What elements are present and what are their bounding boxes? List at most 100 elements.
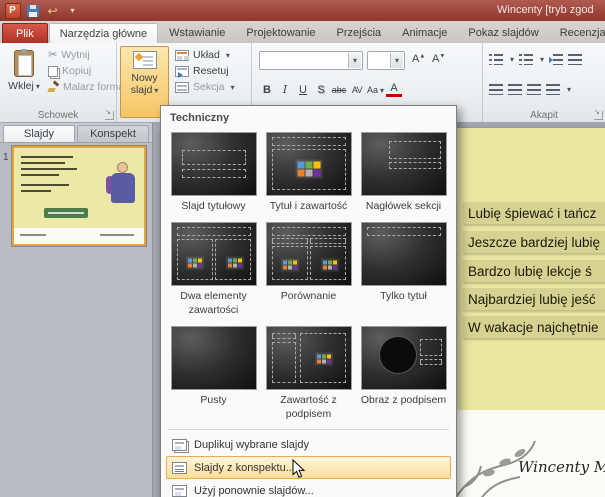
italic-button[interactable]: I: [277, 81, 293, 98]
layout-thumbnail: [266, 326, 352, 390]
layout-zawartosc-z-podpisem[interactable]: Zawartość z podpisem: [261, 321, 356, 425]
bullets-icon[interactable]: [489, 53, 503, 65]
layout-thumbnail: [171, 222, 257, 286]
clipboard-dialog-launcher-icon[interactable]: [105, 111, 114, 120]
quick-access-dropdown-icon[interactable]: ▾: [64, 3, 81, 19]
tab-narzedzia-glowne[interactable]: Narzędzia główne: [49, 23, 158, 43]
paragraph-group: Akapit: [483, 43, 605, 122]
layout-dwa-elementy-zawartosci[interactable]: Dwa elementy zawartości: [166, 217, 261, 321]
chevron-down-icon: [538, 53, 544, 65]
chevron-down-icon: [152, 84, 158, 96]
tab-plik[interactable]: Plik: [2, 23, 48, 43]
thumbnail-name-badge: [44, 208, 88, 218]
tab-przejscia[interactable]: Przejścia: [327, 23, 392, 43]
slide-1-thumbnail[interactable]: [12, 146, 146, 246]
slide-text-line[interactable]: W wakacje najchętnie: [463, 316, 605, 338]
duplicate-slides-icon: [172, 439, 187, 451]
layout-thumbnail: [361, 222, 447, 286]
clipboard-group: Wklej ✂ Wytnij Kopiuj Malarz formatów Sc…: [0, 43, 117, 122]
menu-separator: [168, 429, 449, 430]
text-shadow-button[interactable]: S: [313, 81, 329, 98]
layout-thumbnail: [266, 222, 352, 286]
undo-icon[interactable]: ↩: [44, 3, 61, 19]
layout-thumbnail: [266, 132, 352, 196]
chevron-down-icon: [378, 85, 384, 95]
tab-wstawianie[interactable]: Wstawianie: [159, 23, 235, 43]
chevron-down-icon: [229, 81, 235, 93]
powerpoint-logo-icon[interactable]: P: [4, 3, 21, 19]
bold-button[interactable]: B: [259, 81, 275, 98]
layout-pusty[interactable]: Pusty: [166, 321, 261, 425]
title-bar: P ↩ ▾ Wincenty [tryb zgod: [0, 0, 605, 21]
underline-button[interactable]: U: [295, 81, 311, 98]
line-spacing-icon[interactable]: [568, 53, 582, 65]
tab-pokaz-slajdow[interactable]: Pokaz slajdów: [458, 23, 548, 43]
layout-thumbnail: [361, 326, 447, 390]
align-center-icon[interactable]: [508, 83, 522, 95]
new-slide-layout-menu: Techniczny Slajd tytułowy Tytuł i zawart…: [160, 105, 457, 497]
chevron-down-icon: [34, 80, 40, 92]
save-icon[interactable]: [24, 3, 41, 19]
slide-text-line[interactable]: Lubię śpiewać i tańcz: [463, 202, 605, 224]
align-justify-icon[interactable]: [546, 83, 560, 95]
slides-from-outline-icon: [172, 462, 187, 474]
slide-text-line[interactable]: Najbardziej lubię jeść: [463, 288, 605, 310]
clipboard-group-label: Schowek: [0, 110, 116, 121]
new-slide-icon: [133, 51, 157, 69]
chevron-down-icon: [224, 49, 230, 61]
tab-projektowanie[interactable]: Projektowanie: [236, 23, 325, 43]
strikethrough-button[interactable]: abc: [331, 81, 347, 98]
slide-signature[interactable]: Wincenty Mi: [518, 458, 605, 476]
layout-obraz-z-podpisem[interactable]: Obraz z podpisem: [356, 321, 451, 425]
panel-tab-slajdy[interactable]: Slajdy: [3, 125, 75, 142]
copy-icon: [48, 66, 58, 77]
section-icon: [175, 82, 189, 93]
align-left-icon[interactable]: [489, 83, 503, 95]
grow-font-button[interactable]: A▲: [412, 53, 425, 65]
layout-thumbnail: [171, 132, 257, 196]
paste-icon: [14, 50, 34, 77]
font-color-button[interactable]: A: [386, 83, 402, 97]
slide-text-line[interactable]: Jeszcze bardziej lubię: [463, 231, 605, 253]
paste-button[interactable]: Wklej: [4, 46, 44, 118]
layout-porownanie[interactable]: Porównanie: [261, 217, 356, 321]
shrink-font-button[interactable]: A▼: [432, 53, 445, 65]
numbering-icon[interactable]: [519, 53, 533, 65]
chevron-down-icon: [565, 83, 571, 95]
align-right-icon[interactable]: [527, 83, 541, 95]
menu-item-duplicate-slides[interactable]: Duplikuj wybrane slajdy: [166, 433, 451, 456]
mouse-cursor: [292, 459, 305, 479]
paragraph-dialog-launcher-icon[interactable]: [594, 111, 603, 120]
increase-indent-icon[interactable]: [549, 53, 563, 65]
tab-recenzja[interactable]: Recenzja: [550, 23, 605, 43]
slide-number: 1: [3, 152, 9, 163]
window-title: Wincenty [tryb zgod: [497, 4, 594, 16]
layout-slajd-tytulowy[interactable]: Slajd tytułowy: [166, 127, 261, 217]
layout-thumbnail: [361, 132, 447, 196]
panel-tab-konspekt[interactable]: Konspekt: [77, 125, 149, 142]
layout-thumbnail: [171, 326, 257, 390]
character-spacing-button[interactable]: AV: [349, 81, 365, 98]
ribbon-tab-bar: Plik Narzędzia główne Wstawianie Projekt…: [0, 21, 605, 43]
change-case-button[interactable]: Aa: [367, 81, 384, 98]
menu-item-slides-from-outline[interactable]: Slajdy z konspektu...: [166, 456, 451, 479]
tab-animacje[interactable]: Animacje: [392, 23, 457, 43]
picture-placeholder-icon: [379, 336, 417, 374]
theme-title: Techniczny: [166, 109, 451, 127]
font-size-combobox[interactable]: [367, 51, 405, 70]
layout-naglowek-sekcji[interactable]: Nagłówek sekcji: [356, 127, 451, 217]
chevron-down-icon: [508, 53, 514, 65]
reset-icon: [175, 66, 189, 77]
font-name-combobox[interactable]: [259, 51, 363, 70]
reset-button[interactable]: Resetuj: [175, 64, 235, 78]
layout-tytul-i-zawartosc[interactable]: Tytuł i zawartość: [261, 127, 356, 217]
layout-button[interactable]: Układ: [175, 48, 235, 62]
section-button[interactable]: Sekcja: [175, 80, 235, 94]
menu-item-reuse-slides[interactable]: Użyj ponownie slajdów...: [166, 479, 451, 497]
layout-tylko-tytul[interactable]: Tylko tytuł: [356, 217, 451, 321]
reuse-slides-icon: [172, 485, 187, 497]
scissors-icon: ✂: [48, 50, 57, 61]
panel-tabs: Slajdy Konspekt: [0, 123, 152, 143]
slide-text-line[interactable]: Bardzo lubię lekcje ś: [463, 260, 605, 282]
brush-icon: [48, 82, 59, 92]
